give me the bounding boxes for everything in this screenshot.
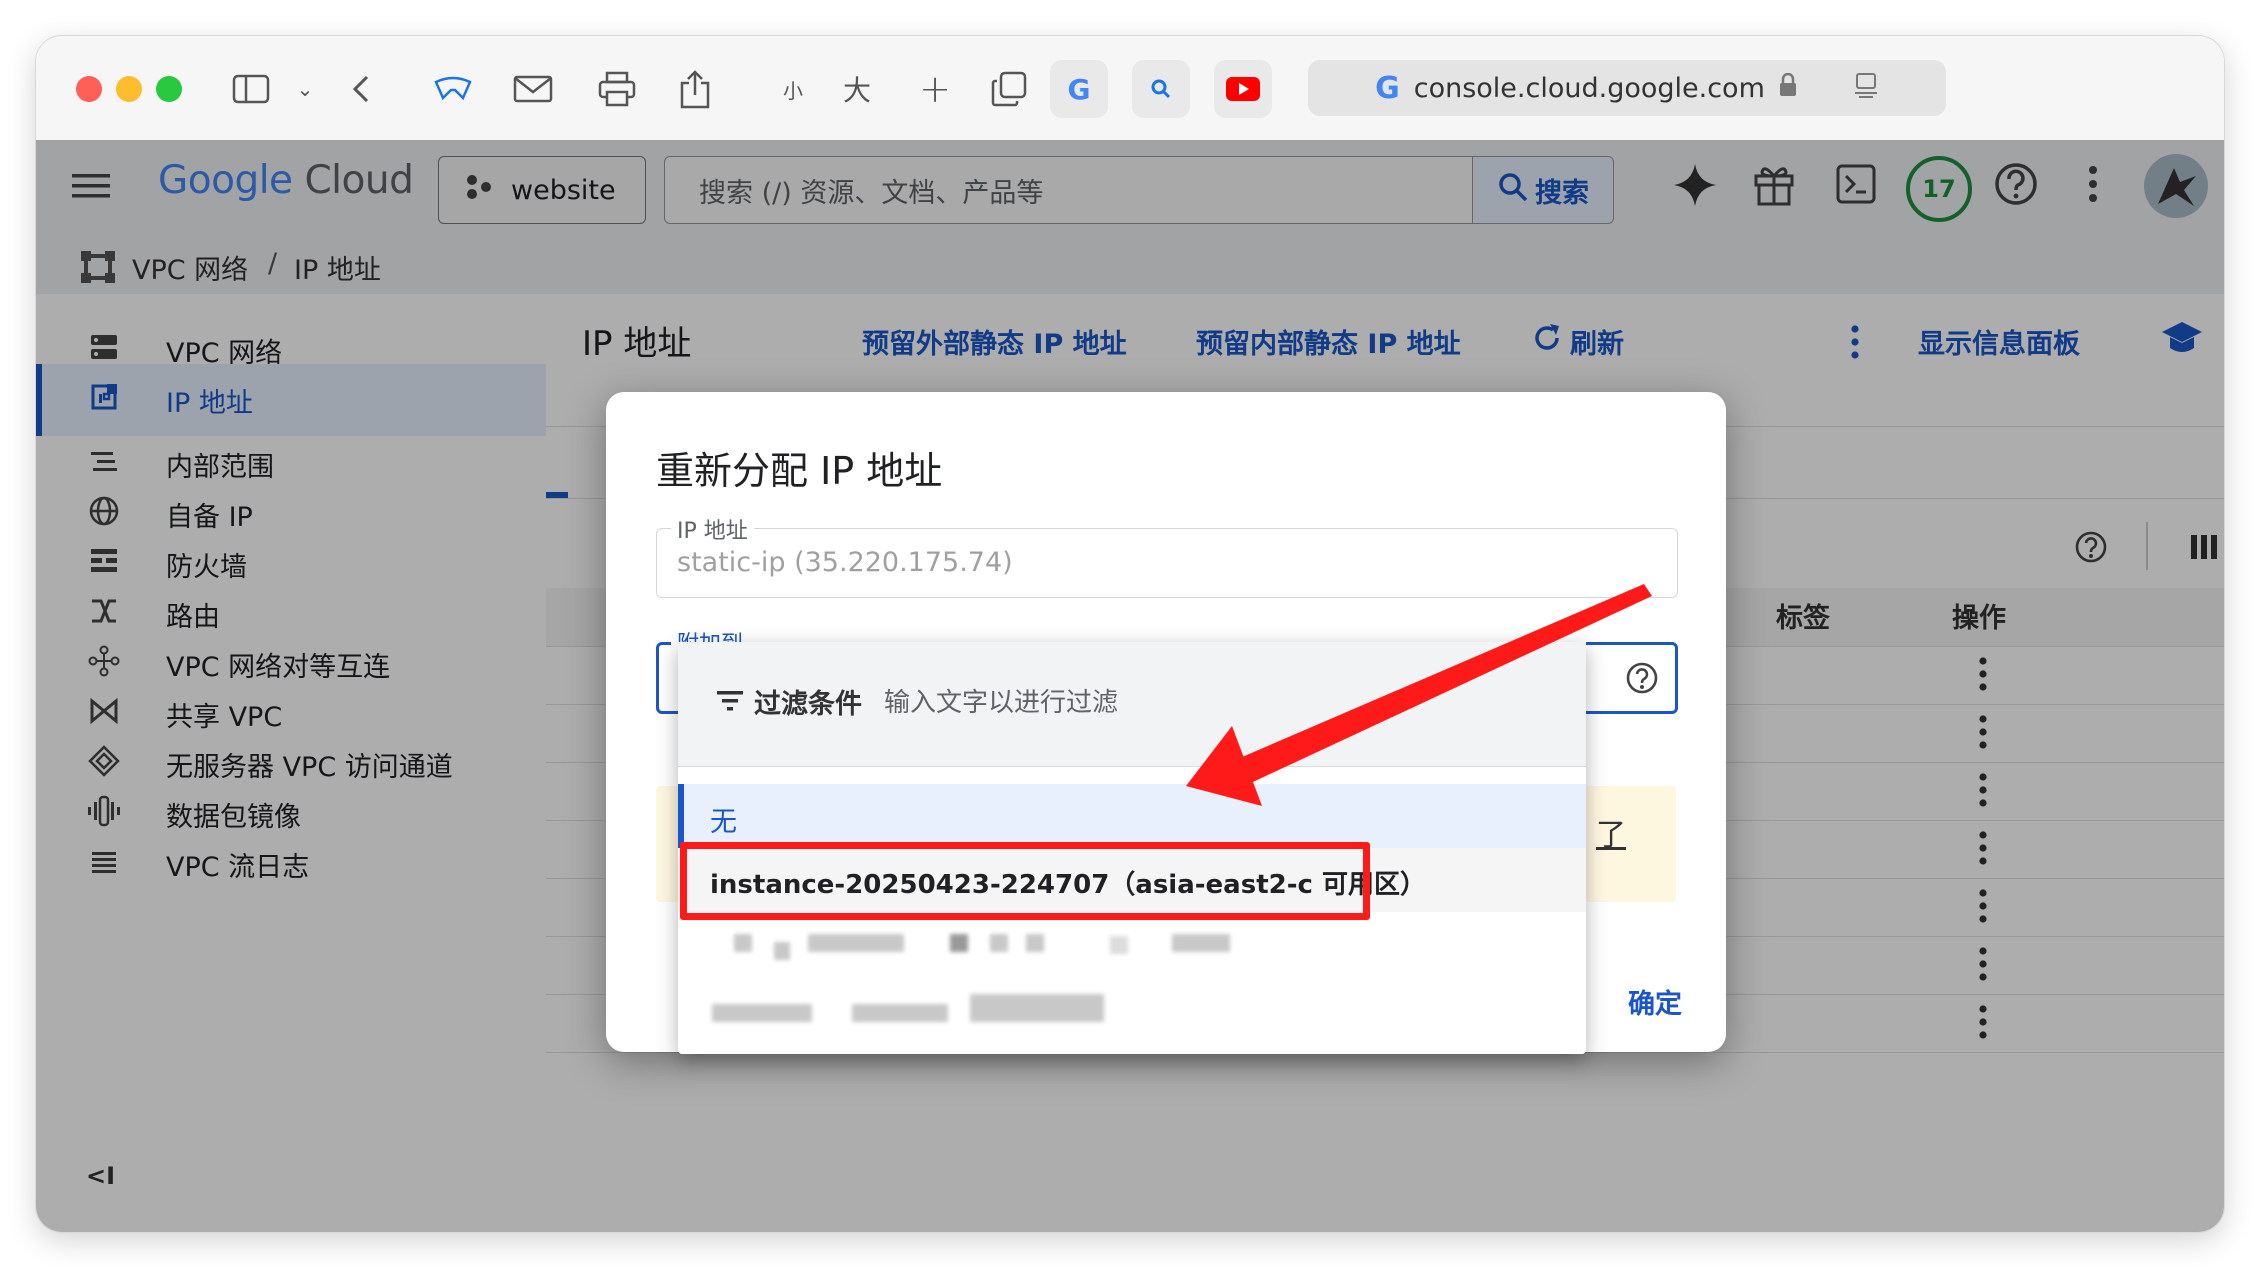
browser-window: ⌄ 小 大 + G G console.cloud.google.com Goo… <box>36 36 2224 1232</box>
annotation-arrow <box>1186 584 1652 806</box>
